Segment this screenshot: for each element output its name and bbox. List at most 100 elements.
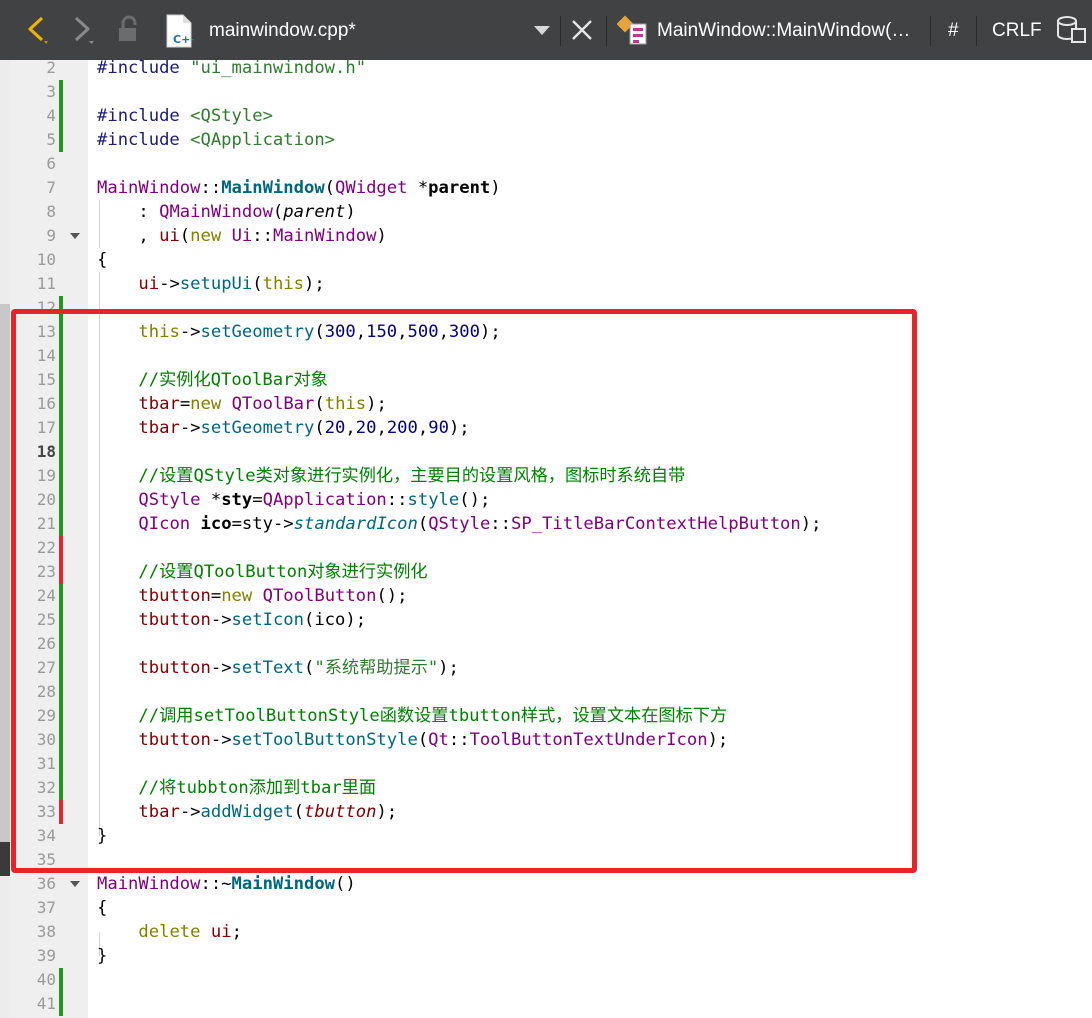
code-token: ) [490, 178, 501, 198]
code-token: MainWindow [231, 874, 336, 894]
code-token: parent [428, 178, 491, 198]
split-view-icon [1053, 13, 1087, 50]
chevron-left-icon [22, 14, 48, 49]
line-number: 41 [36, 994, 56, 1013]
added-line-marker [59, 968, 63, 992]
code-token: ); [304, 274, 325, 294]
chevron-right-icon [70, 14, 96, 49]
added-line-marker [59, 992, 63, 1016]
code-token: : [97, 202, 160, 222]
line-number: 7 [46, 178, 56, 197]
code-token: :: [200, 178, 222, 198]
code-line[interactable]: 8 : QMainWindow(parent) [0, 200, 1092, 224]
code-token: Ui [231, 226, 253, 246]
line-number: 3 [46, 82, 56, 101]
code-token: } [97, 946, 108, 966]
code-token: , [97, 226, 160, 246]
code-text: } [97, 944, 107, 968]
code-text: MainWindow::MainWindow(QWidget *parent) [97, 176, 501, 200]
code-line[interactable]: 38 delete ui; [0, 920, 1092, 944]
code-token: ) [345, 202, 356, 222]
code-token: :: [252, 226, 273, 246]
code-text: #include <QStyle> [97, 104, 273, 128]
code-line[interactable]: 36 MainWindow::~MainWindow() [0, 872, 1092, 896]
code-token: new [190, 226, 222, 246]
file-dropdown-button[interactable] [528, 18, 556, 46]
code-token: ) [376, 226, 387, 246]
line-number: 8 [46, 202, 56, 221]
code-text: ui->setupUi(this); [97, 272, 325, 296]
line-number: 11 [36, 274, 56, 293]
code-token: MainWindow [221, 178, 325, 198]
code-token: ::~ [200, 874, 232, 894]
split-view-button[interactable] [1052, 14, 1088, 48]
code-token: #include [97, 60, 191, 78]
editor-toolbar: C++ mainwindow.cpp* MainWindow::MainWind… [0, 0, 1092, 60]
toolbar-separator [976, 16, 977, 46]
fold-arrow-icon[interactable] [70, 233, 80, 239]
toolbar-separator [930, 16, 931, 46]
line-number: 36 [36, 874, 56, 893]
code-token: this [262, 274, 305, 294]
code-text: #include "ui_mainwindow.h" [97, 60, 366, 80]
chevron-down-icon [533, 23, 551, 41]
code-token: parent [283, 202, 346, 222]
code-line[interactable]: 40 [0, 968, 1092, 992]
line-number: 10 [36, 250, 56, 269]
code-line[interactable]: 7 MainWindow::MainWindow(QWidget *parent) [0, 176, 1092, 200]
symbol-selector[interactable]: MainWindow::MainWindow(… [657, 0, 910, 60]
code-token: * [407, 178, 429, 198]
code-token: ( [179, 226, 191, 246]
code-token: ; [231, 922, 242, 942]
line-number: 37 [36, 898, 56, 917]
code-token: QMainWindow [159, 202, 273, 222]
code-line[interactable]: 10 { [0, 248, 1092, 272]
lock-button[interactable] [114, 15, 144, 48]
added-line-marker [59, 80, 63, 104]
code-line[interactable]: 6 [0, 152, 1092, 176]
toolbar-separator [560, 16, 561, 46]
code-line[interactable]: 37 { [0, 896, 1092, 920]
code-token: MainWindow [97, 874, 201, 894]
line-number: 4 [46, 106, 56, 125]
code-line[interactable]: 3 [0, 80, 1092, 104]
code-line[interactable]: 2 #include "ui_mainwindow.h" [0, 60, 1092, 80]
code-token: MainWindow [97, 178, 201, 198]
code-token: "ui_mainwindow.h" [190, 60, 367, 78]
cpp-file-icon: C++ [162, 12, 196, 50]
close-icon [570, 18, 594, 47]
forward-button[interactable] [66, 14, 100, 48]
close-file-button[interactable] [566, 16, 598, 48]
code-line[interactable]: 5 #include <QApplication> [0, 128, 1092, 152]
line-number: 6 [46, 154, 56, 173]
code-line[interactable]: 9 , ui(new Ui::MainWindow) [0, 224, 1092, 248]
class-symbol-icon [616, 14, 654, 48]
code-text: { [97, 248, 107, 272]
code-line[interactable]: 41 [0, 992, 1092, 1016]
toolbar-separator [606, 16, 607, 46]
svg-text:C++: C++ [173, 33, 194, 46]
hash-label[interactable]: # [948, 0, 959, 60]
added-line-marker [59, 128, 63, 152]
code-text: delete ui; [97, 920, 242, 944]
line-number: 39 [36, 946, 56, 965]
code-token: <QStyle> [190, 106, 273, 126]
code-line[interactable]: 4 #include <QStyle> [0, 104, 1092, 128]
lock-icon [117, 15, 141, 48]
line-number: 5 [46, 130, 56, 149]
file-name[interactable]: mainwindow.cpp* [209, 0, 356, 60]
code-token: delete [138, 922, 201, 942]
line-number: 2 [46, 60, 56, 77]
code-token: -> [159, 274, 180, 294]
code-token: QWidget [335, 178, 408, 198]
code-line[interactable]: 39} [0, 944, 1092, 968]
code-token: ui [159, 226, 180, 246]
line-ending-selector[interactable]: CRLF [992, 0, 1042, 60]
code-line[interactable]: 11 ui->setupUi(this); [0, 272, 1092, 296]
code-token: #include [97, 106, 191, 126]
fold-arrow-icon[interactable] [70, 881, 80, 887]
back-button[interactable] [18, 14, 52, 48]
